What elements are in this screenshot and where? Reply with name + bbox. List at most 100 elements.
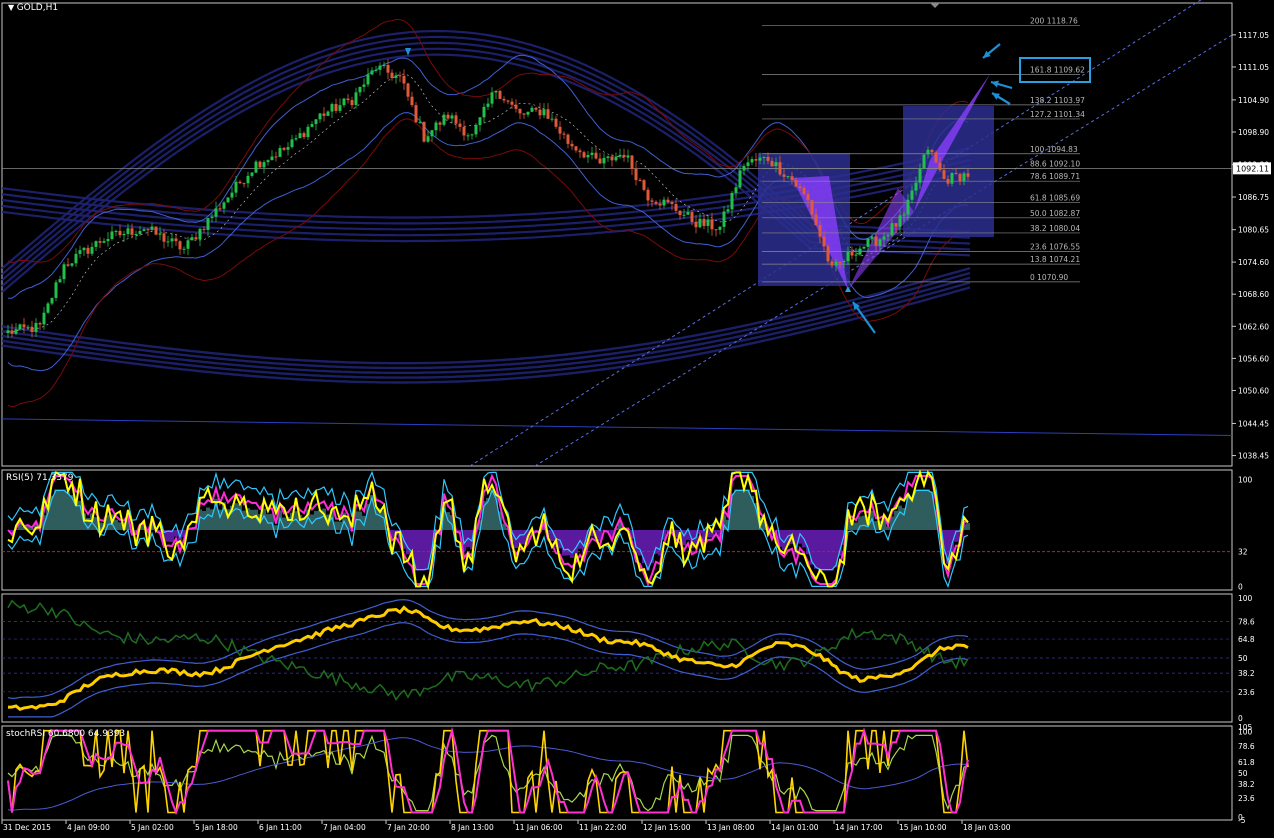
time-tick-label-6: 7 Jan 20:00	[387, 823, 430, 832]
candle-body-70	[287, 147, 290, 150]
candle-body-180	[727, 209, 730, 211]
candle-body-201	[811, 200, 814, 214]
rsi-hist-bar-185	[746, 490, 750, 531]
rsi-hist-bar-59	[242, 511, 246, 530]
candle-body-122	[495, 91, 498, 93]
candle-body-152	[615, 157, 618, 161]
candle-body-211	[851, 252, 854, 256]
candle-body-153	[619, 155, 622, 157]
candle-body-34	[143, 229, 146, 231]
candle-body-235	[947, 179, 950, 184]
candle-body-98	[399, 75, 402, 76]
time-tick-label-14: 15 Jan 10:00	[899, 823, 947, 832]
time-tick-label-12: 14 Jan 01:00	[771, 823, 819, 832]
candle-body-129	[523, 113, 526, 114]
candle-body-93	[379, 66, 382, 70]
stoch-tick-2: 78.6	[1238, 742, 1255, 751]
stoch-tick-1: 100	[1238, 728, 1253, 737]
candle-body-3	[19, 324, 22, 329]
candle-body-155	[627, 155, 630, 157]
candle-body-16	[71, 263, 74, 265]
time-tick-label-1: 4 Jan 09:00	[67, 823, 110, 832]
candle-body-172	[695, 222, 698, 227]
candle-body-42	[175, 238, 178, 241]
candle-body-100	[407, 83, 410, 96]
candle-body-154	[623, 155, 626, 157]
candle-body-21	[91, 247, 94, 254]
candle-body-28	[119, 231, 122, 235]
time-tick-label-13: 14 Jan 17:00	[835, 823, 883, 832]
candle-body-94	[383, 65, 386, 66]
candle-body-32	[135, 234, 138, 235]
candle-body-66	[271, 157, 274, 161]
fibo-label-4: 100 1094.83	[1030, 145, 1078, 154]
candle-body-200	[807, 194, 810, 200]
candle-body-199	[803, 188, 806, 194]
candle-body-88	[359, 87, 362, 92]
candle-body-147	[595, 153, 598, 159]
rsi-hist-bar-13	[58, 490, 62, 531]
candle-body-18	[79, 250, 82, 254]
rsi-tick-0: 100	[1238, 476, 1253, 485]
candle-body-136	[551, 119, 554, 120]
candle-body-20	[87, 248, 90, 254]
candle-body-232	[935, 152, 938, 162]
rsi-hist-bar-15	[66, 492, 70, 530]
candle-body-103	[419, 122, 422, 123]
rsi-hist-bar-50	[206, 508, 210, 530]
time-tick-label-9: 11 Jan 22:00	[579, 823, 627, 832]
candle-body-108	[439, 123, 442, 125]
rsi-hist-bar-228	[918, 490, 922, 531]
rsi-hist-bar-201	[810, 530, 814, 565]
candle-body-239	[963, 173, 966, 181]
candle-body-231	[931, 150, 934, 152]
candle-body-31	[131, 228, 134, 235]
candle-body-141	[571, 144, 574, 146]
candle-body-99	[403, 76, 406, 84]
candle-body-92	[375, 70, 378, 71]
candle-body-116	[471, 134, 474, 135]
rsi-hist-bar-182	[734, 490, 738, 531]
price-tick-label-7: 1074.60	[1238, 258, 1269, 267]
candle-body-170	[687, 212, 690, 215]
candle-body-87	[355, 92, 358, 105]
candle-body-78	[319, 113, 322, 119]
candle-body-227	[915, 183, 918, 191]
candle-body-52	[215, 208, 218, 216]
price-tick-label-8: 1068.60	[1238, 290, 1269, 299]
dropdown-triangle-icon[interactable]: ▼	[8, 3, 17, 12]
candle-body-63	[259, 162, 262, 168]
rsi-hist-bar-160	[646, 530, 650, 571]
candle-body-19	[83, 248, 86, 250]
candle-body-50	[207, 218, 210, 230]
candle-body-225	[907, 200, 910, 215]
candle-body-178	[719, 227, 722, 230]
rsi-hist-bar-143	[578, 530, 582, 549]
candle-body-149	[603, 158, 606, 163]
candle-body-12	[55, 282, 58, 298]
rsi-hist-bar-229	[922, 490, 926, 531]
candle-body-25	[107, 239, 110, 241]
candle-body-97	[395, 75, 398, 78]
candle-body-158	[639, 180, 642, 181]
candle-body-161	[651, 200, 654, 201]
candle-body-182	[735, 187, 738, 193]
candle-body-104	[423, 122, 426, 142]
candle-body-145	[587, 155, 590, 157]
ind2-tick-0: 100	[1238, 594, 1253, 603]
candle-body-84	[343, 99, 346, 106]
candle-body-222	[895, 223, 898, 227]
candle-body-128	[519, 109, 522, 114]
candle-body-202	[815, 214, 818, 225]
candle-body-193	[779, 162, 782, 174]
rsi-hist-bar-14	[62, 490, 66, 531]
candle-body-15	[67, 264, 70, 265]
candle-body-205	[827, 246, 830, 261]
candle-body-184	[743, 166, 746, 170]
candle-body-118	[479, 117, 482, 125]
candle-body-83	[339, 105, 342, 111]
chart-root: 200 1118.76161.8 1109.62138.2 1103.97127…	[0, 0, 1274, 834]
candle-body-233	[939, 162, 942, 170]
price-tick-label-11: 1050.60	[1238, 387, 1269, 396]
chart-title[interactable]: ▼ GOLD,H1	[8, 3, 58, 13]
